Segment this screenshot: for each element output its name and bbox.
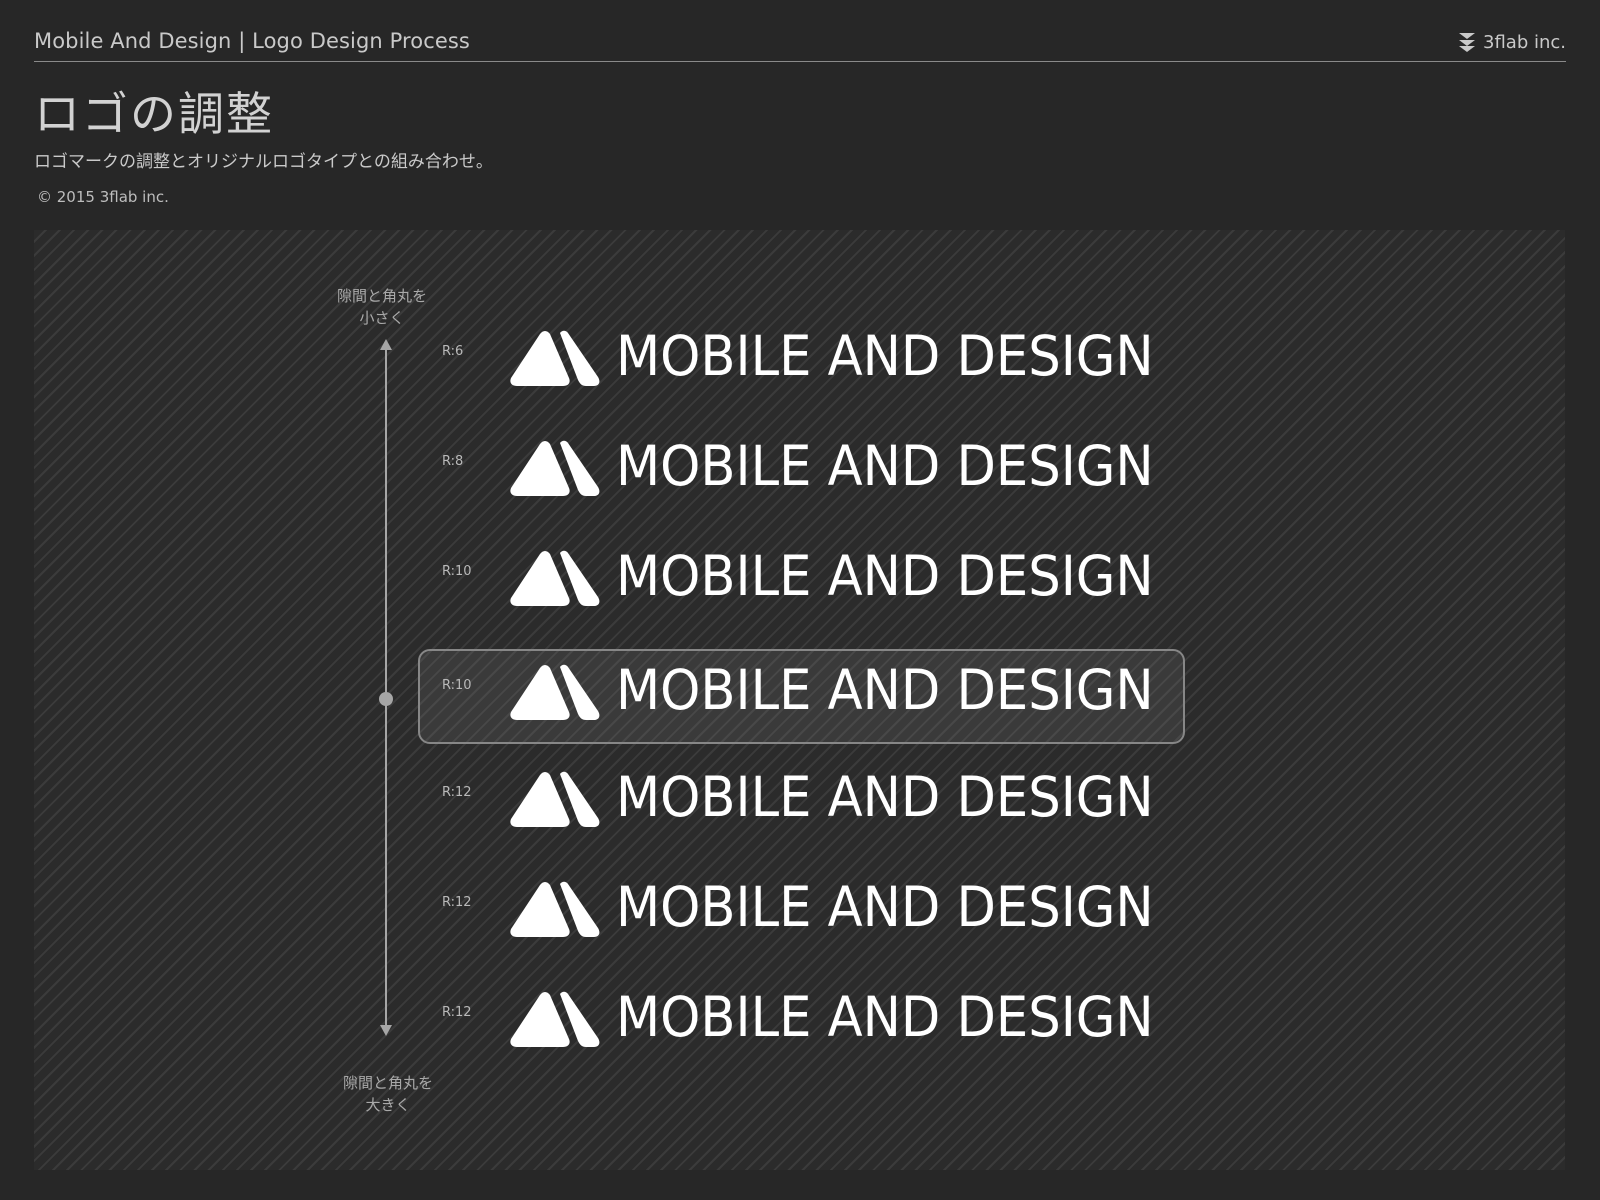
- logotype-wordmark: MOBILE AND DESIGN: [616, 324, 1154, 388]
- page-title: ロゴの調整: [34, 87, 274, 141]
- axis-bottom-label: 隙間と角丸を 大きく: [328, 1072, 448, 1116]
- logo-variants-panel: 隙間と角丸を 小さく 隙間と角丸を 大きく R:6 MOBILE AND DESI…: [34, 230, 1565, 1170]
- logo-mark-icon: [510, 991, 602, 1047]
- logotype-wordmark: MOBILE AND DESIGN: [616, 875, 1154, 939]
- axis-top-label-line-1: 隙間と角丸を: [336, 287, 427, 305]
- logo-variant-row: R:12 MOBILE AND DESIGN: [34, 867, 1234, 947]
- logo-variant-row: R:6 MOBILE AND DESIGN: [34, 316, 1234, 396]
- logo-variant-row: R:12 MOBILE AND DESIGN: [34, 757, 1234, 837]
- logo-mark-icon: [510, 440, 602, 496]
- corner-radius-label: R:12: [442, 785, 472, 800]
- corner-radius-label: R:12: [442, 895, 472, 910]
- logo-variant-row: R:10 MOBILE AND DESIGN: [34, 650, 1234, 730]
- copyright: © 2015 3flab inc.: [37, 188, 169, 206]
- brand: 3flab inc.: [1457, 31, 1566, 53]
- logo-mark-icon: [510, 550, 602, 606]
- logo-variant-row: R:8 MOBILE AND DESIGN: [34, 426, 1234, 506]
- logotype-wordmark: MOBILE AND DESIGN: [616, 544, 1154, 608]
- logo-mark-icon: [510, 771, 602, 827]
- corner-radius-label: R:8: [442, 454, 464, 469]
- logo-mark-icon: [510, 664, 602, 720]
- logotype-wordmark: MOBILE AND DESIGN: [616, 765, 1154, 829]
- brand-name: 3flab inc.: [1483, 31, 1566, 53]
- logotype-wordmark: MOBILE AND DESIGN: [616, 985, 1154, 1049]
- header-title: Mobile And Design | Logo Design Process: [34, 29, 470, 53]
- logotype-wordmark: MOBILE AND DESIGN: [616, 434, 1154, 498]
- corner-radius-label: R:12: [442, 1005, 472, 1020]
- logotype-wordmark: MOBILE AND DESIGN: [616, 658, 1154, 722]
- page-header: Mobile And Design | Logo Design Process …: [34, 0, 1566, 62]
- logo-mark-icon: [510, 330, 602, 386]
- logo-variant-row: R:12 MOBILE AND DESIGN: [34, 977, 1234, 1057]
- page-subtitle: ロゴマークの調整とオリジナルロゴタイプとの組み合わせ。: [34, 152, 493, 172]
- brand-logo-icon: [1457, 31, 1477, 53]
- corner-radius-label: R:6: [442, 344, 464, 359]
- logo-variant-row: R:10 MOBILE AND DESIGN: [34, 536, 1234, 616]
- corner-radius-label: R:10: [442, 678, 472, 693]
- corner-radius-label: R:10: [442, 564, 472, 579]
- axis-bottom-label-line-2: 大きく: [365, 1096, 411, 1114]
- axis-bottom-label-line-1: 隙間と角丸を: [342, 1074, 433, 1092]
- logo-mark-icon: [510, 881, 602, 937]
